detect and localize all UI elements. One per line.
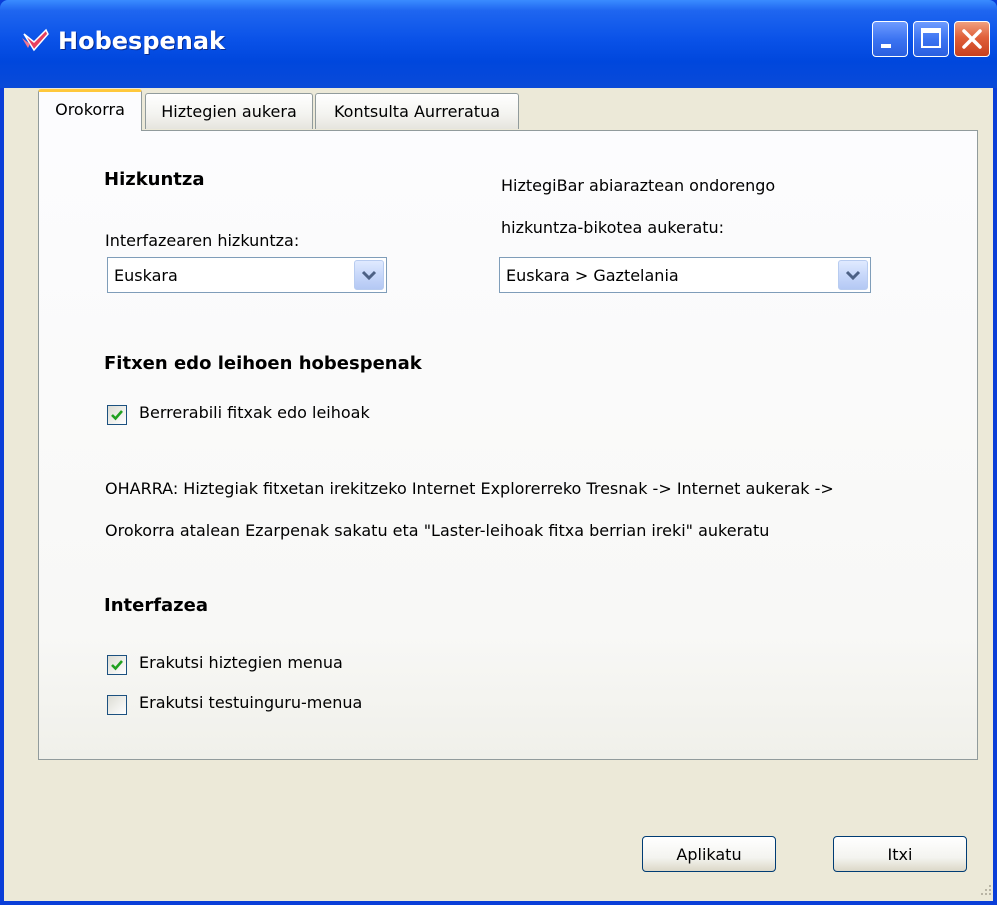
language-heading: Hizkuntza — [104, 169, 205, 190]
close-window-button[interactable] — [954, 21, 990, 57]
close-button-label: Itxi — [887, 845, 913, 864]
interface-language-label: Interfazearen hizkuntza: — [105, 231, 300, 250]
resize-grip-icon[interactable] — [979, 883, 993, 897]
minimize-button[interactable] — [872, 21, 908, 57]
note-text-line1: OHARRA: Hiztegiak fitxetan irekitzeko In… — [105, 479, 834, 498]
tab-orokorra[interactable]: Orokorra — [38, 89, 142, 131]
tabs-windows-heading: Fitxen edo leihoen hobespenak — [104, 353, 422, 374]
window-title: Hobespenak — [58, 27, 226, 55]
title-bar[interactable]: Hobespenak — [0, 0, 997, 88]
startup-language-pair-select[interactable]: Euskara > Gaztelania — [499, 257, 871, 293]
reuse-tabs-checkbox[interactable] — [107, 405, 127, 425]
dialog-window: Hobespenak Orokorra Hiztegien aukera Kon… — [0, 0, 997, 905]
reuse-tabs-label[interactable]: Berrerabili fitxak edo leihoak — [139, 403, 370, 422]
interface-language-value: Euskara — [114, 266, 178, 285]
checkmark-icon — [111, 660, 123, 671]
interface-heading: Interfazea — [104, 595, 209, 616]
startup-language-pair-value: Euskara > Gaztelania — [506, 266, 679, 285]
startup-pair-label-line1: HiztegiBar abiaraztean ondorengo — [501, 176, 776, 195]
tab-hiztegien-aukera[interactable]: Hiztegien aukera — [145, 93, 313, 129]
dialog-body: Orokorra Hiztegien aukera Kontsulta Aurr… — [4, 88, 993, 901]
app-heart-icon — [20, 28, 50, 54]
close-button[interactable]: Itxi — [833, 836, 967, 872]
maximize-icon — [921, 28, 941, 48]
minimize-icon — [881, 44, 891, 48]
interface-language-select[interactable]: Euskara — [107, 257, 387, 293]
show-context-menu-checkbox[interactable] — [107, 695, 127, 715]
tab-label: Kontsulta Aurreratua — [333, 102, 501, 121]
apply-button[interactable]: Aplikatu — [642, 836, 776, 872]
tab-kontsulta-aurreratua[interactable]: Kontsulta Aurreratua — [315, 93, 519, 129]
note-text-line2: Orokorra atalean Ezarpenak sakatu eta "L… — [105, 521, 770, 540]
chevron-down-icon[interactable] — [838, 260, 868, 290]
tab-label: Orokorra — [55, 100, 125, 119]
show-context-menu-label[interactable]: Erakutsi testuinguru-menua — [139, 693, 362, 712]
startup-pair-label-line2: hizkuntza-bikotea aukeratu: — [501, 218, 725, 237]
show-dictionary-menu-label[interactable]: Erakutsi hiztegien menua — [139, 653, 343, 672]
tab-label: Hiztegien aukera — [161, 102, 297, 121]
checkmark-icon — [111, 410, 123, 421]
maximize-button[interactable] — [913, 21, 949, 57]
window-border-bottom — [0, 901, 997, 905]
show-dictionary-menu-checkbox[interactable] — [107, 655, 127, 675]
chevron-down-icon[interactable] — [354, 260, 384, 290]
tab-panel-orokorra: Hizkuntza Interfazearen hizkuntza: Euska… — [38, 130, 978, 760]
apply-button-label: Aplikatu — [676, 845, 742, 864]
close-icon — [962, 29, 982, 49]
